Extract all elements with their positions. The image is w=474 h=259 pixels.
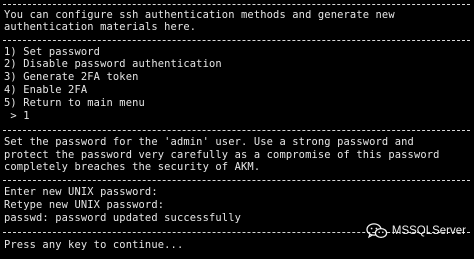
password-prompt-new: Enter new UNIX password: (4, 186, 158, 198)
separator-line (3, 4, 470, 5)
description-line-2: protect the password very carefully as a… (4, 149, 440, 161)
menu-selection-prompt[interactable]: > 1 (4, 110, 30, 122)
separator-line (3, 180, 470, 181)
continue-prompt[interactable]: Press any key to continue... (4, 239, 183, 251)
menu-item-disable-password-auth: 2) Disable password authentication (4, 58, 222, 70)
password-prompt-retype: Retype new UNIX password: (4, 199, 165, 211)
description-line-1: Set the password for the 'admin' user. U… (4, 136, 414, 148)
separator-line (3, 40, 470, 41)
terminal-window[interactable]: You can configure ssh authentication met… (0, 0, 474, 259)
menu-item-set-password: 1) Set password (4, 46, 101, 58)
separator-line (3, 130, 470, 131)
menu-item-return-main-menu: 5) Return to main menu (4, 97, 145, 109)
password-status-message: passwd: password updated successfully (4, 212, 242, 224)
intro-line-1: You can configure ssh authentication met… (4, 9, 395, 21)
menu-item-generate-2fa-token: 3) Generate 2FA token (4, 71, 139, 83)
description-line-3: completely breaches the security of AKM. (4, 161, 261, 173)
wechat-icon (366, 223, 388, 239)
watermark-text: MSSQLServer (391, 225, 466, 237)
watermark: MSSQLServer (366, 223, 466, 239)
intro-line-2: authentication materials here. (4, 21, 197, 33)
menu-item-enable-2fa: 4) Enable 2FA (4, 84, 88, 96)
